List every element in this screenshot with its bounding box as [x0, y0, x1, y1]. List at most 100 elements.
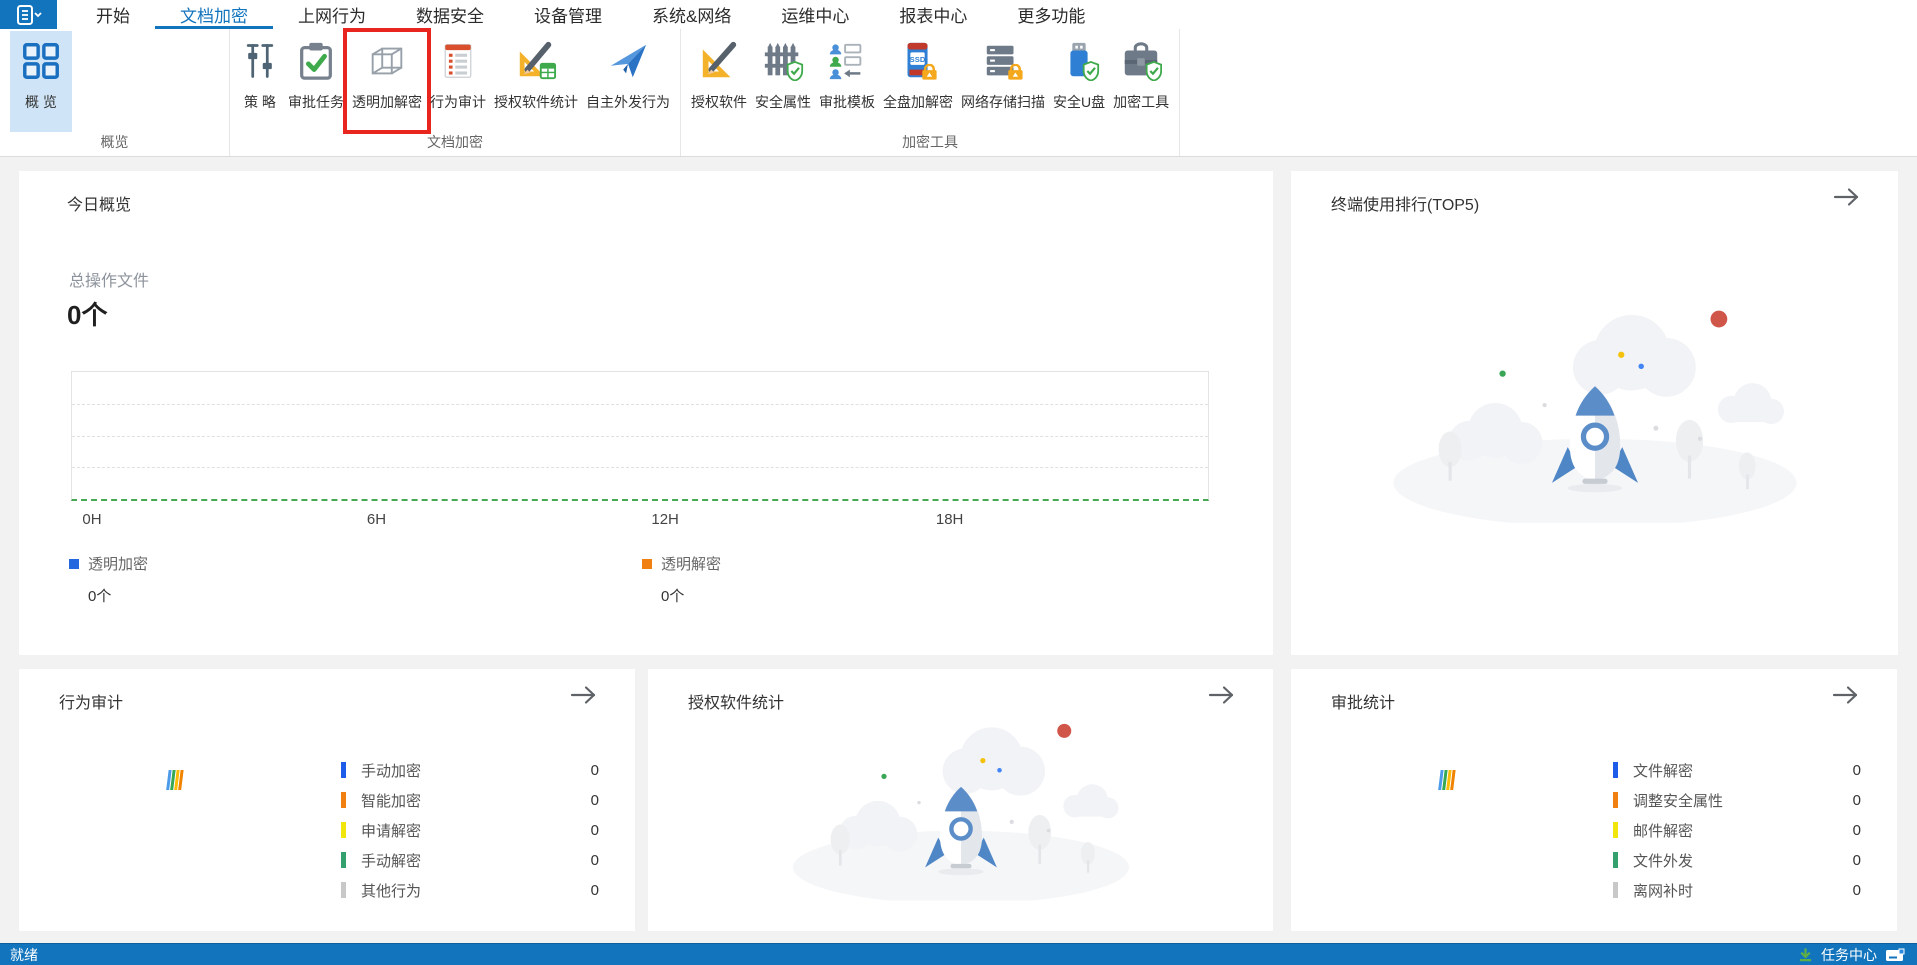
policy-sliders-icon [240, 36, 280, 86]
card-behavior-audit: 行为审计 手动加密 0 智能加密 0 申请解密 0 手动解密 0 其他行为 0 [19, 669, 635, 931]
menu-item-ops-center[interactable]: 运维中心 [756, 0, 874, 29]
menu-item-system-network[interactable]: 系统&网络 [627, 0, 756, 29]
card-title: 审批统计 [1331, 695, 1396, 712]
ribbon-group-doc-encrypt: 策 略 审批任务 透明加解密 行为审计 授权软件统计 自主外发行为 文档加密 [230, 28, 681, 156]
legend-value: 0 [1852, 881, 1861, 899]
ribbon-button-secure-usb[interactable]: 安全U盘 [1049, 31, 1109, 132]
menu-item-web-behavior[interactable]: 上网行为 [273, 0, 391, 29]
legend-marker [341, 852, 346, 868]
gridline [72, 435, 1208, 437]
legend-value: 0 [1852, 761, 1861, 779]
legend-value: 0 [590, 851, 599, 869]
x-tick: 0H [82, 511, 102, 528]
ribbon-group-overview: 概 览 概览 [0, 29, 230, 156]
menu-item-device-mgmt[interactable]: 设备管理 [509, 0, 627, 29]
ribbon-group-overview-buttons: 概 览 [0, 29, 229, 132]
behavior-audit-list-icon [438, 36, 478, 86]
arrow-right-icon[interactable] [1207, 685, 1237, 710]
legend-value: 0个 [88, 588, 112, 605]
task-monitor-icon[interactable] [1885, 948, 1905, 962]
ribbon-button-approval-task-label: 审批任务 [288, 94, 344, 110]
ribbon-button-transparent-codec-label: 透明加解密 [352, 94, 422, 110]
ribbon-group-encrypt-tools: 授权软件 安全属性 审批模板 SSD 全盘加解密 网络存储扫描 安全U盘 加密工… [681, 29, 1181, 156]
arrow-right-icon[interactable] [569, 685, 599, 710]
ribbon-button-policy[interactable]: 策 略 [236, 31, 284, 132]
ribbon-group-overview-label: 概览 [100, 134, 129, 150]
usb-shield-icon [1058, 36, 1100, 86]
menu-items: 开始 文档加密 上网行为 数据安全 设备管理 系统&网络 运维中心 报表中心 更… [71, 0, 1110, 29]
menu-item-doc-encrypt[interactable]: 文档加密 [155, 0, 273, 29]
legend-label: 文件外发 [1633, 852, 1694, 870]
ribbon-button-approval-template[interactable]: 审批模板 [815, 31, 879, 132]
card-title: 授权软件统计 [688, 695, 785, 712]
svg-text:SSD: SSD [910, 55, 926, 64]
row-bottom: 行为审计 手动加密 0 智能加密 0 申请解密 0 手动解密 0 其他行为 0 … [19, 669, 1898, 931]
legend-marker [1613, 792, 1618, 808]
x-tick: 18H [935, 511, 964, 528]
fence-shield-icon [761, 36, 805, 86]
legend-row: 智能加密 0 [341, 785, 599, 815]
menu-item-report-center[interactable]: 报表中心 [874, 0, 992, 29]
ribbon-button-full-disk[interactable]: SSD 全盘加解密 [879, 31, 957, 132]
menu-item-start[interactable]: 开始 [71, 0, 155, 29]
auth-soft-icon [698, 36, 740, 86]
ribbon-button-transparent-codec[interactable]: 透明加解密 [343, 28, 431, 134]
legend-marker [642, 558, 652, 569]
legend-marker [341, 822, 346, 838]
app-menu-icon [16, 4, 42, 25]
card-title: 今日概览 [67, 197, 132, 214]
ribbon: 概 览 概览 策 略 审批任务 透明加解密 行为审计 授权软件统计 自主外发行为… [0, 28, 1917, 157]
ribbon-group-encrypt-tools-label: 加密工具 [902, 134, 959, 150]
ribbon-button-self-outgoing-label: 自主外发行为 [586, 94, 670, 110]
legend-value: 0个 [661, 588, 685, 605]
arrow-right-icon[interactable] [1831, 685, 1861, 710]
legend-marker [1613, 822, 1618, 838]
legend-value: 0 [1852, 821, 1861, 839]
legend-row: 邮件解密 0 [1613, 815, 1861, 845]
legend-marker [69, 558, 79, 569]
legend-label: 手动解密 [361, 852, 422, 870]
card-today-overview: 今日概览 总操作文件 0个 0H 6H 12H 18H 透明加密 0个 透明解密… [19, 171, 1273, 655]
ribbon-button-secure-usb-label: 安全U盘 [1053, 94, 1106, 110]
main-content: 今日概览 总操作文件 0个 0H 6H 12H 18H 透明加密 0个 透明解密… [0, 157, 1917, 943]
legend-row: 调整安全属性 0 [1613, 785, 1861, 815]
legend-marker [1613, 762, 1618, 778]
rocket-empty-state-illustration [1385, 281, 1805, 523]
ribbon-button-encrypt-tools[interactable]: 加密工具 [1109, 31, 1173, 132]
ribbon-button-encrypt-tools-label: 加密工具 [1113, 94, 1170, 110]
ribbon-button-network-scan[interactable]: 网络存储扫描 [957, 31, 1049, 132]
ribbon-button-approval-template-label: 审批模板 [819, 94, 875, 110]
ribbon-button-security-attr[interactable]: 安全属性 [751, 31, 815, 132]
gridline [72, 403, 1208, 405]
rocket-empty-state-illustration [786, 699, 1136, 901]
ribbon-button-overview[interactable]: 概 览 [10, 31, 72, 132]
ribbon-button-self-outgoing[interactable]: 自主外发行为 [582, 31, 674, 132]
legend-value: 0 [590, 791, 599, 809]
menu-item-data-security[interactable]: 数据安全 [391, 0, 509, 29]
arrow-right-icon[interactable] [1832, 187, 1862, 212]
legend-row: 离网补时 0 [1613, 875, 1861, 905]
legend-marker [341, 762, 346, 778]
app-menu-button[interactable] [0, 0, 57, 29]
legend-marker [341, 792, 346, 808]
legend-label: 手动加密 [361, 762, 422, 780]
task-center-label: 任务中心 [1821, 946, 1877, 963]
ribbon-button-behavior-audit[interactable]: 行为审计 [426, 31, 490, 132]
ribbon-button-auth-soft-stat[interactable]: 授权软件统计 [490, 31, 582, 132]
legend-row: 其他行为 0 [341, 875, 599, 905]
x-tick: 6H [366, 511, 387, 528]
row-top: 今日概览 总操作文件 0个 0H 6H 12H 18H 透明加密 0个 透明解密… [19, 171, 1898, 655]
legend-transparent-encrypt: 透明加密 0个 [69, 553, 148, 606]
ribbon-button-approval-task[interactable]: 审批任务 [284, 31, 348, 132]
legend-label: 透明解密 [661, 556, 722, 573]
empty-pie-placeholder-icon [165, 767, 185, 793]
task-center-button[interactable]: 任务中心 [1798, 945, 1917, 965]
approval-task-icon [295, 36, 337, 86]
ribbon-button-auth-soft[interactable]: 授权软件 [687, 31, 751, 132]
menu-item-more[interactable]: 更多功能 [992, 0, 1110, 29]
legend-label: 文件解密 [1633, 762, 1694, 780]
card-title: 行为审计 [59, 695, 124, 712]
today-trend-chart [71, 371, 1209, 501]
chart-x-axis: 0H 6H 12H 18H [71, 511, 1209, 533]
legend-head: 透明加密 [69, 553, 148, 574]
